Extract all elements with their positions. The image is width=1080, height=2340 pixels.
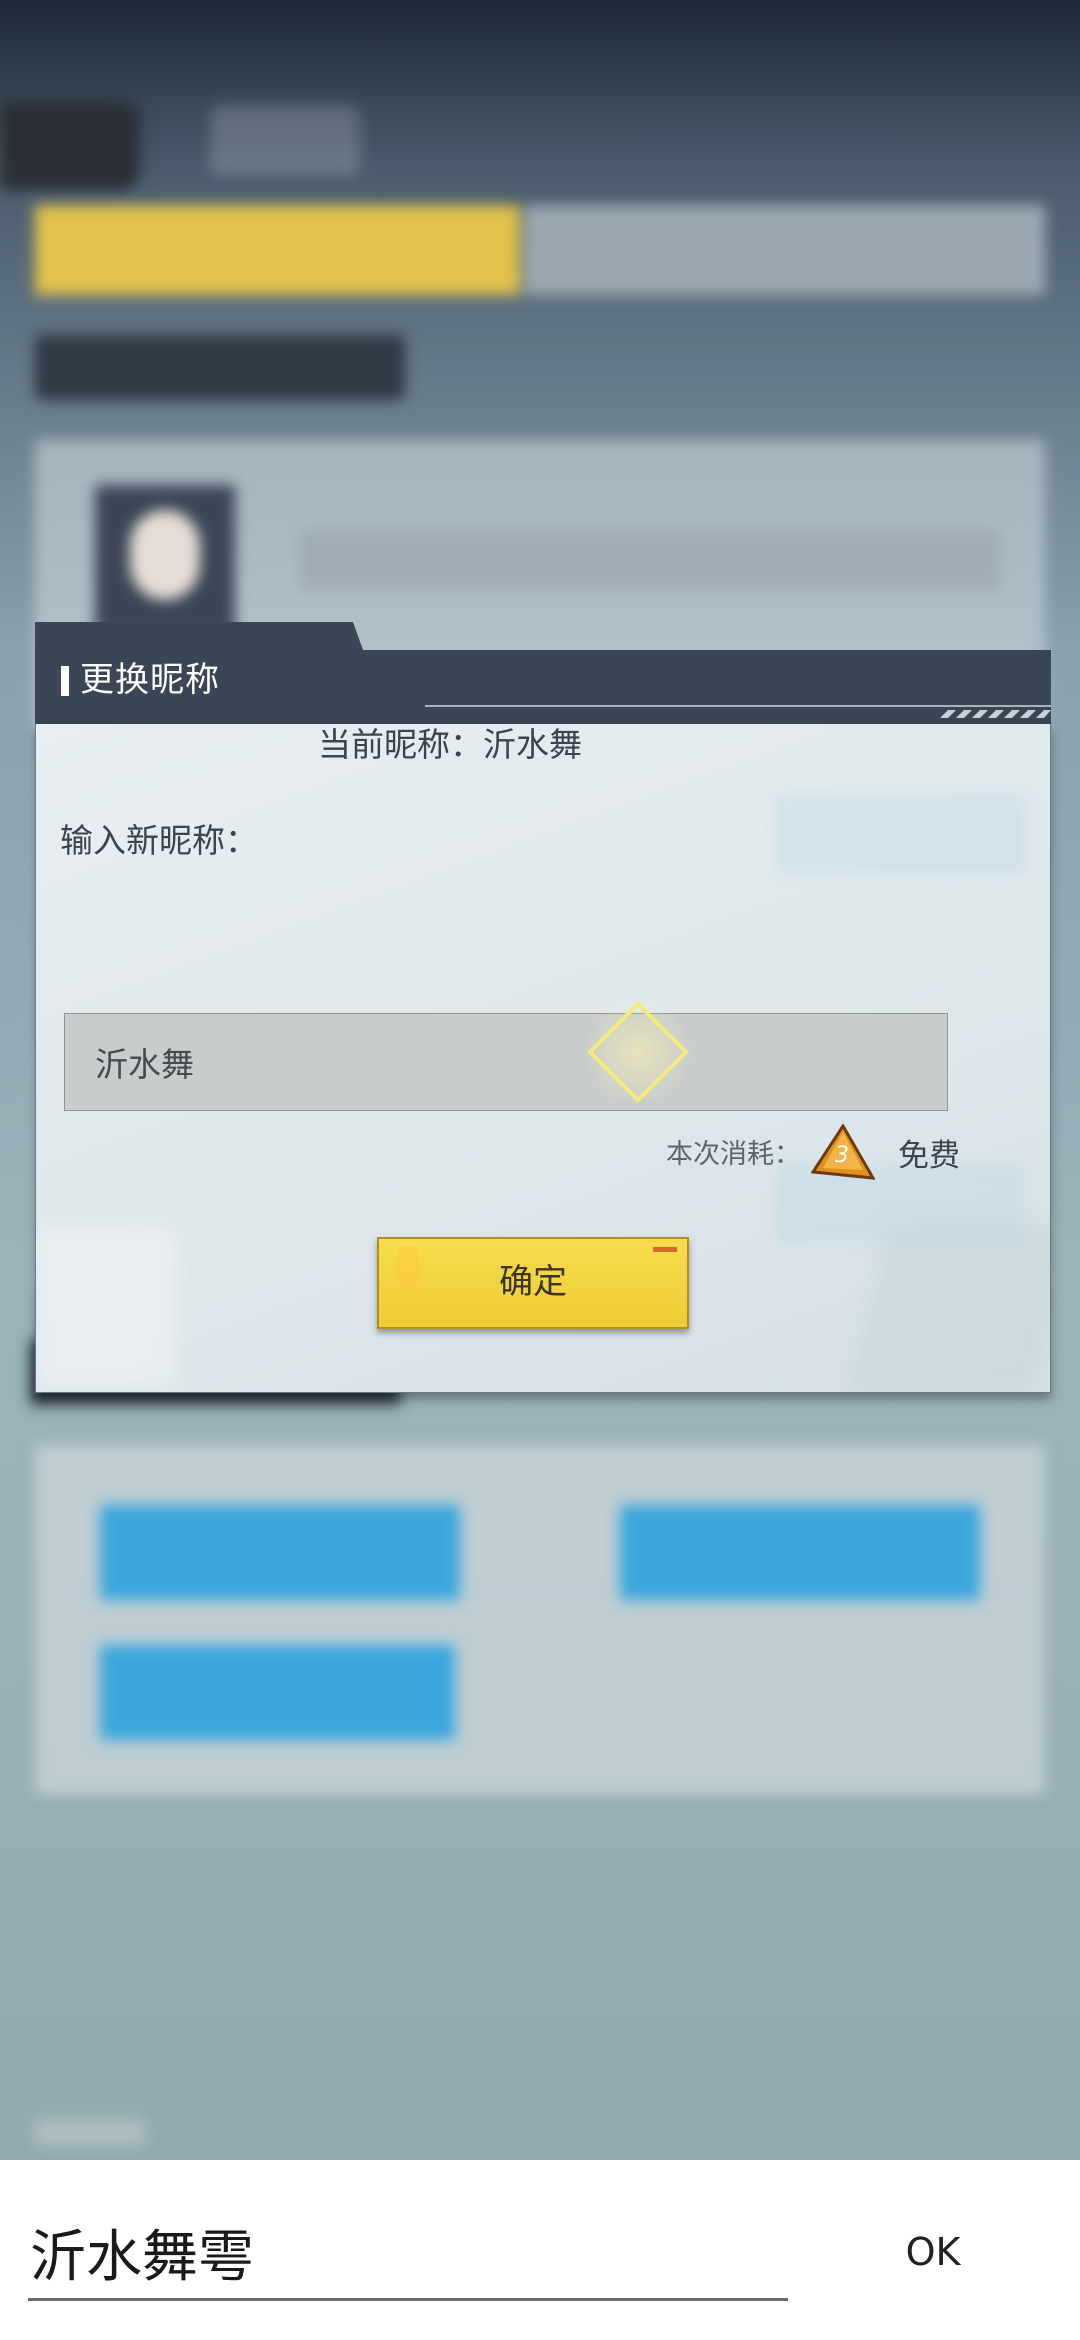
confirm-button-label: 确定 [499, 1262, 567, 1302]
bg-ghost [843, 1224, 1050, 1392]
bg-action-button [100, 1645, 455, 1740]
bg-tab-inactive [525, 205, 1045, 295]
cost-row: 本次消耗： 3 免费 [666, 1124, 996, 1184]
current-nickname-text: 当前昵称：沂水舞 [318, 725, 582, 764]
bg-footer-text [35, 2120, 145, 2145]
cost-label: 本次消耗： [666, 1139, 801, 1170]
bg-action-button [100, 1505, 460, 1600]
bg-avatar-face [130, 510, 200, 600]
bg-name-bar [300, 530, 1000, 590]
button-decoration [653, 1247, 677, 1252]
bg-action-button [620, 1505, 980, 1600]
dialog-header: 更换昵称 [35, 622, 1051, 724]
ime-ok-button[interactable]: OK [878, 2222, 988, 2282]
bg-tab-active [35, 205, 520, 295]
ime-composing-text[interactable]: 沂水舞雩 [30, 2212, 254, 2293]
bg-back-button [0, 100, 140, 190]
confirm-button[interactable]: 确定 [377, 1237, 689, 1329]
bg-ghost [36, 1229, 176, 1389]
bg-section-header [35, 335, 405, 400]
new-nickname-input[interactable] [64, 1013, 948, 1111]
bg-page-title [210, 105, 360, 175]
dialog-title: 更换昵称 [80, 660, 220, 700]
diamond-icon [584, 998, 692, 1106]
bg-ghost [776, 794, 1026, 874]
token-icon: 3 [811, 1124, 875, 1180]
bg-actions-panel [35, 1445, 1045, 1795]
new-nickname-label: 输入新昵称： [60, 821, 258, 860]
title-accent-bar [61, 666, 69, 696]
svg-text:3: 3 [835, 1143, 849, 1168]
cost-value: 免费 [898, 1138, 960, 1174]
ime-underline [28, 2298, 788, 2301]
button-decoration [397, 1247, 419, 1287]
